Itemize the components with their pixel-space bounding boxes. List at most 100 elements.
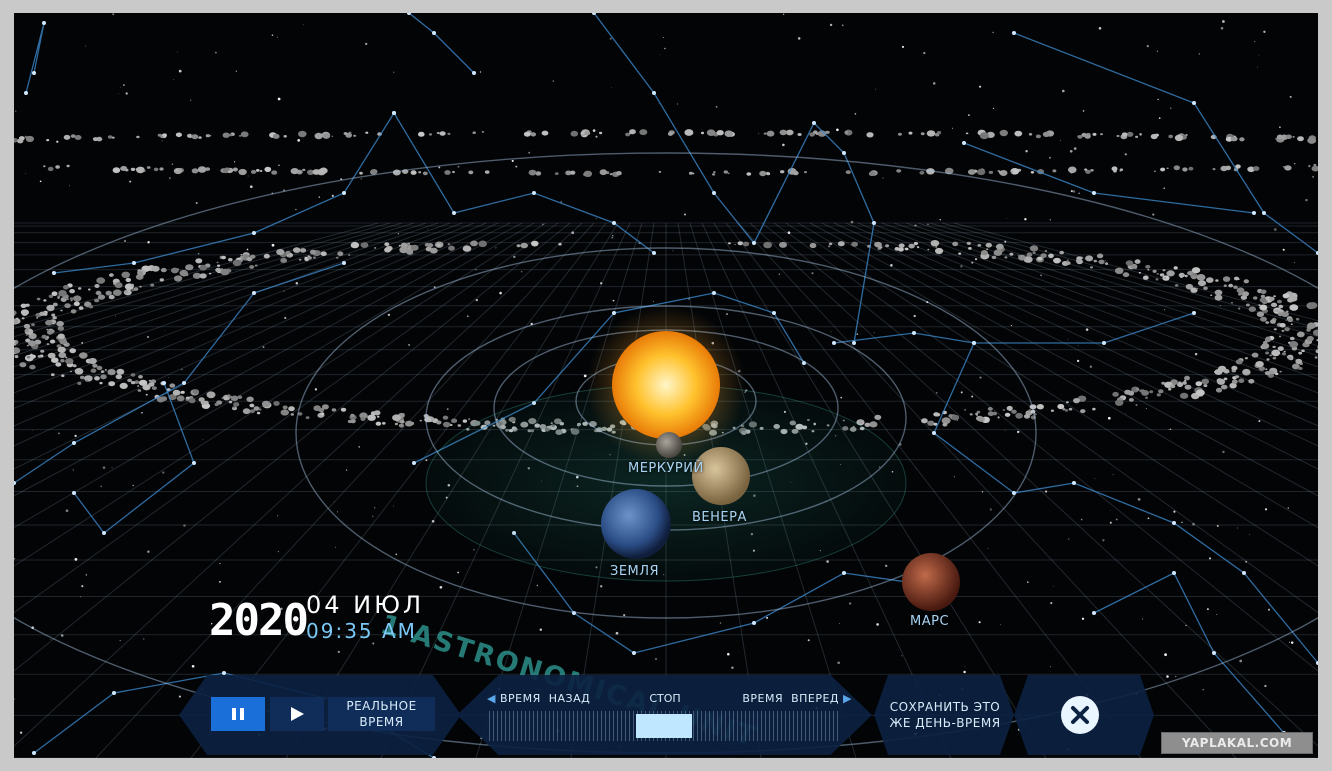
asteroid — [133, 287, 139, 291]
star — [1109, 509, 1111, 511]
planet-earth[interactable] — [601, 489, 671, 559]
constellation-star — [24, 91, 28, 95]
asteroid — [418, 171, 422, 174]
asteroid — [130, 167, 136, 171]
star — [276, 36, 278, 38]
asteroid — [864, 422, 871, 427]
asteroid — [69, 289, 75, 294]
asteroid — [57, 296, 60, 299]
asteroid — [30, 353, 33, 356]
asteroid — [77, 381, 82, 385]
asteroid — [263, 253, 270, 259]
star — [609, 37, 612, 40]
asteroid — [1277, 346, 1284, 351]
time-forward-button[interactable]: ВРЕМЯ ВПЕРЕД ▶ — [732, 689, 852, 709]
asteroid — [1284, 165, 1292, 171]
asteroid — [229, 133, 233, 137]
star — [168, 377, 169, 378]
time-speed-slider-thumb[interactable] — [636, 714, 692, 738]
star — [664, 47, 666, 50]
star — [178, 69, 182, 73]
asteroid — [41, 334, 47, 339]
star — [25, 173, 27, 175]
solar-system-scene[interactable] — [14, 13, 1318, 758]
star — [882, 177, 884, 179]
star — [1024, 218, 1027, 221]
realtime-button[interactable]: РЕАЛЬНОЕ ВРЕМЯ — [328, 697, 435, 731]
asteroid — [292, 247, 301, 253]
asteroid — [46, 139, 50, 142]
asteroid — [148, 379, 152, 382]
asteroid — [1270, 319, 1276, 324]
star — [1163, 187, 1165, 189]
star — [1102, 539, 1105, 542]
star — [836, 128, 839, 132]
asteroid — [1316, 339, 1318, 341]
pause-button[interactable] — [211, 697, 265, 731]
asteroid — [1004, 412, 1011, 417]
planet-mars[interactable] — [902, 553, 960, 611]
asteroid — [1065, 261, 1071, 265]
asteroid — [1297, 136, 1304, 142]
asteroid — [52, 316, 57, 320]
star — [1050, 602, 1053, 605]
star — [1147, 517, 1150, 520]
planet-venus[interactable] — [692, 447, 750, 505]
star — [177, 51, 178, 53]
asteroid — [1085, 169, 1091, 174]
asteroid — [398, 244, 401, 247]
asteroid — [307, 255, 310, 258]
star — [1073, 147, 1077, 150]
star — [234, 161, 236, 163]
asteroid — [713, 171, 716, 174]
asteroid — [20, 309, 29, 316]
star — [1078, 192, 1080, 195]
asteroid — [1277, 299, 1282, 304]
asteroid — [199, 273, 207, 279]
stop-button[interactable]: СТОП — [642, 689, 688, 709]
star — [277, 550, 280, 553]
asteroid — [280, 258, 288, 263]
close-button[interactable] — [1061, 696, 1099, 734]
time-back-button[interactable]: ◀ ВРЕМЯ НАЗАД — [487, 689, 607, 709]
year-text: 2020 — [209, 595, 309, 646]
play-button[interactable] — [270, 697, 324, 731]
asteroid — [25, 135, 34, 143]
asteroid — [88, 288, 91, 291]
asteroid — [462, 245, 472, 252]
star — [143, 638, 145, 640]
planet-mercury[interactable] — [656, 432, 682, 458]
asteroid — [1191, 267, 1201, 274]
asteroid — [516, 244, 521, 248]
solar-system-viewport[interactable]: МЕРКУРИЙ ВЕНЕРА ЗЕМЛЯ МАРС 1 ASTRONOMICA… — [14, 13, 1318, 758]
asteroid — [958, 252, 962, 255]
asteroid — [935, 247, 944, 255]
star — [331, 194, 334, 197]
asteroid — [78, 287, 82, 290]
constellation-line — [963, 142, 1255, 214]
asteroid — [353, 134, 357, 137]
constellation-star — [612, 221, 616, 225]
asteroid — [1187, 271, 1193, 276]
asteroid — [742, 241, 750, 247]
asteroid — [228, 395, 233, 399]
asteroid — [1138, 271, 1142, 274]
star — [536, 584, 539, 587]
star — [592, 129, 596, 132]
asteroid — [43, 165, 46, 168]
constellation-star — [1192, 101, 1196, 105]
asteroid — [36, 297, 41, 301]
star — [74, 434, 77, 438]
save-datetime-button[interactable]: СОХРАНИТЬ ЭТО ЖЕ ДЕНЬ-ВРЕМЯ — [881, 697, 1009, 733]
asteroid — [406, 249, 414, 255]
asteroid — [1269, 354, 1272, 357]
star — [1082, 110, 1085, 112]
asteroid — [70, 370, 72, 373]
asteroid — [84, 375, 93, 382]
asteroid — [1273, 328, 1277, 331]
sun[interactable] — [612, 331, 720, 439]
asteroid — [1212, 168, 1216, 171]
star — [1238, 307, 1241, 310]
asteroid — [1053, 257, 1061, 264]
asteroid — [365, 131, 369, 134]
